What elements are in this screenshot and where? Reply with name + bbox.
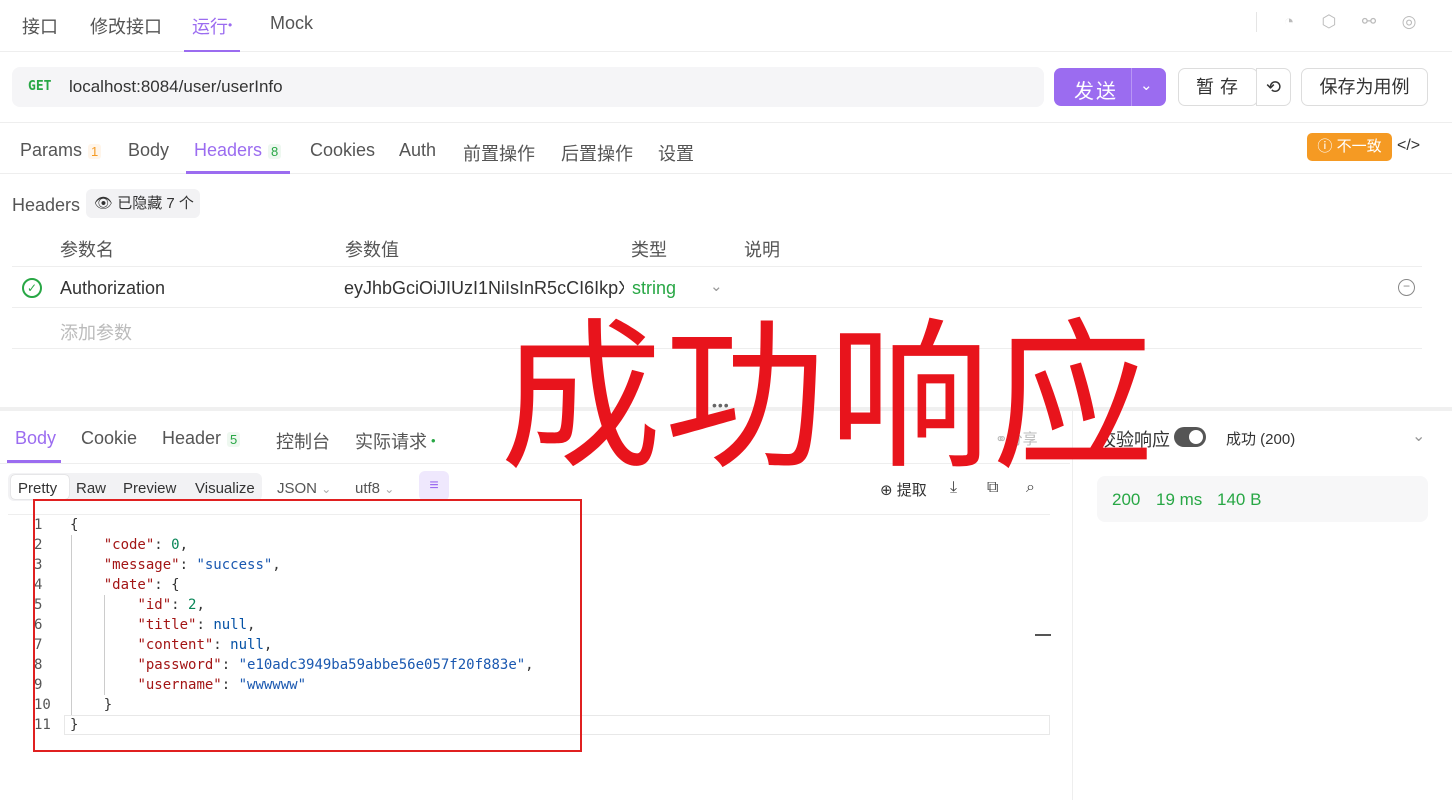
format-select[interactable]: JSON ⌄ — [277, 480, 331, 497]
tab-post-ops[interactable]: 后置操作 — [561, 140, 633, 166]
tab-label: 实际请求 — [355, 432, 427, 452]
warning-icon: ⓘ — [1317, 138, 1337, 155]
method-select[interactable]: GET — [28, 79, 51, 94]
request-tabs: Params 1 Body Headers 8 Cookies Auth 前置操作 … — [0, 122, 1452, 174]
scrollbar-marker — [1035, 634, 1051, 636]
chevron-down-icon[interactable]: ⌄ — [1412, 426, 1425, 446]
inconsistent-badge[interactable]: ⓘ 不一致 — [1307, 133, 1392, 161]
fmt-pretty[interactable]: Pretty — [18, 480, 57, 497]
url-input[interactable]: localhost:8084/user/userInfo — [69, 77, 283, 97]
count-badge: 5 — [227, 432, 241, 447]
url-bar[interactable]: GET localhost:8084/user/userInfo — [12, 67, 1044, 107]
tab-edit-interface[interactable]: 修改接口 — [90, 13, 162, 39]
tab-body[interactable]: Body — [128, 140, 169, 161]
tab-console[interactable]: 控制台 — [276, 428, 330, 454]
tab-label: Header — [162, 428, 222, 448]
fmt-preview[interactable]: Preview — [123, 480, 176, 497]
wrap-icon[interactable]: ≡ — [419, 471, 449, 501]
remove-icon[interactable]: − — [1398, 279, 1415, 296]
hidden-headers-toggle[interactable]: 👁 已隐藏 7 个 — [86, 189, 200, 218]
col-type: 类型 — [631, 240, 667, 260]
response-size: 140 B — [1217, 490, 1262, 509]
settings-icon[interactable]: ◎ — [1399, 12, 1419, 32]
inconsistent-label: 不一致 — [1336, 138, 1382, 155]
tab-headers[interactable]: Headers 8 — [194, 140, 282, 161]
chart-icon[interactable]: ◔ — [1279, 12, 1299, 32]
top-tab-bar: 接口 修改接口 运行• Mock ◔ ⬡ ⚯ ◎ — [0, 0, 1452, 52]
tab-settings[interactable]: 设置 — [658, 140, 694, 166]
tab-interface[interactable]: 接口 — [22, 13, 58, 39]
eye-icon: 👁 — [94, 195, 114, 212]
col-value: 参数值 — [345, 240, 399, 260]
headers-title: Headers — [12, 195, 81, 215]
chevron-down-icon[interactable]: ⌄ — [1140, 76, 1153, 94]
send-label: 发送 — [1074, 81, 1118, 103]
code-icon[interactable]: </> — [1397, 137, 1420, 155]
divider — [12, 266, 1422, 267]
chevron-down-icon: ⌄ — [384, 482, 395, 496]
add-param-input[interactable]: 添加参数 — [60, 319, 132, 345]
format-tabs: Pretty Raw Preview Visualize — [8, 473, 262, 501]
tab-cookies[interactable]: Cookies — [310, 140, 375, 161]
tab-label: Params — [20, 140, 83, 160]
chevron-down-icon: ⌄ — [321, 482, 332, 496]
response-time: 19 ms — [1156, 490, 1203, 509]
tab-resp-body[interactable]: Body — [15, 428, 56, 449]
overlay-annotation: 成功响应 — [500, 305, 1156, 493]
reset-icon[interactable]: ⟲ — [1256, 68, 1291, 106]
validate-toggle[interactable] — [1174, 427, 1206, 447]
param-name[interactable]: Authorization — [60, 278, 165, 299]
tab-actual-request[interactable]: 实际请求 • — [355, 428, 436, 454]
save-as-case-button[interactable]: 保存为用例 — [1301, 68, 1428, 106]
save-temp-button[interactable]: 暂存 — [1178, 68, 1258, 106]
format-value: JSON — [277, 480, 318, 497]
tab-run-label: 运行 — [192, 17, 228, 37]
divider — [1256, 12, 1257, 32]
encoding-select[interactable]: utf8 ⌄ — [355, 480, 394, 497]
tab-params[interactable]: Params 1 — [20, 140, 102, 161]
encoding-value: utf8 — [355, 480, 381, 497]
unsaved-dot: • — [228, 18, 233, 32]
fmt-raw[interactable]: Raw — [76, 480, 106, 497]
copy-icon[interactable]: ⬡ — [1319, 12, 1339, 32]
tab-auth[interactable]: Auth — [399, 140, 436, 161]
status-code: 200 — [1112, 490, 1141, 509]
count-badge: 8 — [268, 144, 282, 159]
annotation-box — [33, 499, 582, 752]
status-dot: • — [431, 433, 436, 448]
tab-resp-header[interactable]: Header 5 — [162, 428, 241, 449]
tab-label: Headers — [194, 140, 263, 160]
share-icon[interactable]: ⚯ — [1359, 12, 1379, 32]
active-tab-indicator — [186, 171, 290, 174]
param-value[interactable]: eyJhbGciOiJIUzI1NiIsInR5cCI6IkpXVCJ9 — [344, 278, 624, 299]
count-badge: 1 — [88, 144, 102, 159]
tab-mock[interactable]: Mock — [270, 13, 313, 34]
check-icon[interactable]: ✓ — [22, 278, 42, 298]
toggle-knob — [1189, 430, 1203, 444]
tab-resp-cookie[interactable]: Cookie — [81, 428, 137, 449]
validate-status: 成功 (200) — [1226, 431, 1296, 448]
chevron-down-icon[interactable]: ⌄ — [710, 277, 723, 295]
param-type[interactable]: string — [632, 278, 676, 299]
tab-run[interactable]: 运行• — [183, 13, 241, 52]
hidden-count: 已隐藏 7 个 — [117, 195, 194, 212]
col-desc: 说明 — [744, 240, 780, 260]
send-button[interactable]: 发送 ⌄ — [1054, 68, 1166, 106]
tab-pre-ops[interactable]: 前置操作 — [463, 140, 535, 166]
fmt-visualize[interactable]: Visualize — [195, 480, 255, 497]
divider — [1131, 68, 1132, 106]
col-name: 参数名 — [60, 240, 114, 260]
